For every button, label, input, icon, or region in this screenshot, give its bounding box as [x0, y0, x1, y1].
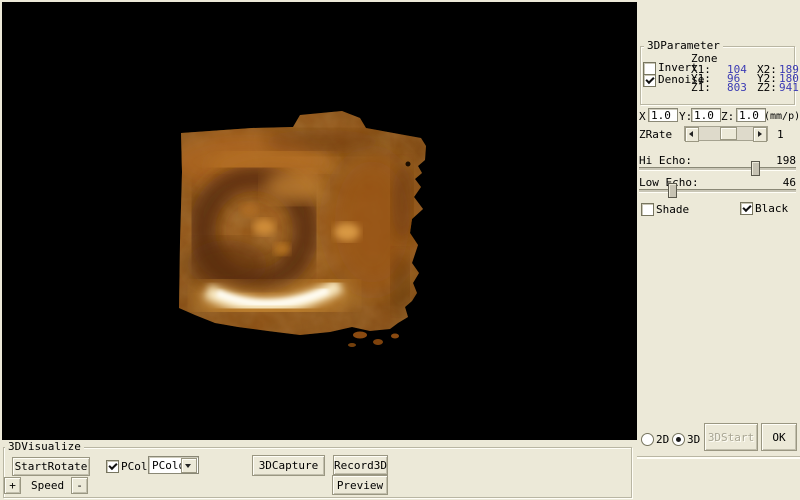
zrate-scrollbar[interactable] [684, 126, 768, 141]
mode-3d-label: 3D [687, 434, 700, 445]
scale-unit-label: (mm/p) [764, 111, 800, 122]
ultrasound-render [2, 2, 637, 440]
zone-z1-value: 803 [727, 82, 747, 93]
speed-plus-button[interactable]: + [4, 477, 21, 494]
speed-minus-button[interactable]: - [71, 477, 88, 494]
start-rotate-button[interactable]: StartRotate [12, 457, 90, 476]
render-viewport[interactable] [2, 2, 637, 440]
arrow-right-icon [758, 131, 762, 137]
arrow-left-icon [689, 131, 693, 137]
shade-checkbox[interactable] [641, 203, 654, 216]
low-echo-value: 46 [783, 177, 796, 188]
visualize-groupbox-label: 3DVisualize [5, 441, 84, 453]
low-echo-thumb[interactable] [668, 183, 677, 198]
dropdown-arrow-icon [185, 464, 191, 468]
panel-separator [637, 456, 800, 459]
capture3d-button[interactable]: 3DCapture [252, 455, 325, 476]
hi-echo-thumb[interactable] [751, 161, 760, 176]
mode-3d-radio[interactable] [672, 433, 685, 446]
black-checkbox[interactable] [740, 202, 753, 215]
mode-2d-label: 2D [656, 434, 669, 445]
low-echo-slider[interactable] [639, 189, 796, 193]
record3d-button[interactable]: Record3D [333, 455, 388, 475]
zrate-value: 1 [777, 129, 784, 140]
parameter-panel: 3DParameter Invert Denoise Zone X1: 104 … [637, 0, 800, 500]
hi-echo-label: Hi Echo: [639, 155, 692, 166]
zrate-track[interactable] [699, 127, 753, 140]
hi-echo-slider[interactable] [639, 167, 796, 171]
black-label: Black [755, 203, 788, 214]
shade-label: Shade [656, 204, 689, 215]
denoise-checkbox[interactable] [643, 74, 656, 87]
speed-label: Speed [31, 480, 64, 491]
scale-z-input[interactable] [736, 108, 766, 122]
ok-button[interactable]: OK [761, 423, 797, 451]
zrate-left-arrow-icon[interactable] [685, 127, 699, 142]
zrate-right-arrow-icon[interactable] [753, 127, 767, 142]
zone-z2-value: 941 [779, 82, 799, 93]
hi-echo-value: 198 [776, 155, 796, 166]
scale-y-input[interactable] [691, 108, 721, 122]
zone-z2-label: Z2: [757, 82, 777, 93]
zrate-label: ZRate [639, 129, 672, 140]
preview-button[interactable]: Preview [332, 475, 388, 495]
pcolor-combobox[interactable]: PColor [148, 456, 199, 474]
pcolor-combobox-button[interactable] [181, 458, 197, 473]
scale-z-label: Z: [721, 111, 734, 122]
start3d-button[interactable]: 3DStart [704, 423, 758, 451]
zone-z1-label: Z1: [691, 82, 711, 93]
zrate-thumb[interactable] [720, 127, 737, 140]
mode-2d-radio[interactable] [641, 433, 654, 446]
scale-x-input[interactable] [648, 108, 678, 122]
parameter-groupbox-label: 3DParameter [644, 40, 723, 52]
pcolor-checkbox[interactable] [106, 460, 119, 473]
